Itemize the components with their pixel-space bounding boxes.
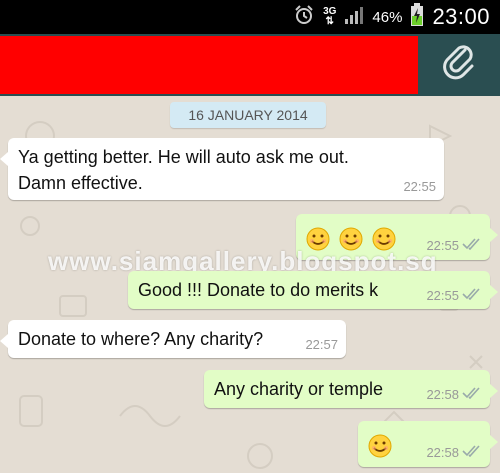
date-divider: 16 JANUARY 2014 xyxy=(170,102,326,128)
message-text: Good !!! Donate to do merits k xyxy=(138,280,379,300)
status-bar: 3G ⇅ 46% 23:00 xyxy=(0,0,500,34)
message-text: Ya getting better. He will auto ask me o… xyxy=(18,147,349,193)
network-type: 3G ⇅ xyxy=(323,6,337,27)
emoji-row xyxy=(368,432,396,458)
alarm-icon xyxy=(293,4,315,31)
message-time: 22:55 xyxy=(426,288,459,303)
double-check-icon xyxy=(462,288,482,303)
message-incoming[interactable]: Ya getting better. He will auto ask me o… xyxy=(0,138,444,200)
double-check-icon xyxy=(462,238,482,253)
message-meta: 22:58 xyxy=(426,387,482,402)
paperclip-icon xyxy=(443,44,477,87)
message-meta: 22:55 xyxy=(403,179,436,194)
battery-charging-icon xyxy=(410,2,424,32)
message-text: Any charity or temple xyxy=(214,379,384,399)
message-incoming[interactable]: Donate to where? Any charity? 22:57 xyxy=(0,320,346,358)
chat-area[interactable]: 16 JANUARY 2014 Ya getting better. He wi… xyxy=(0,96,500,473)
message-time: 22:58 xyxy=(426,445,459,460)
message-time: 22:55 xyxy=(403,179,436,194)
message-meta: 22:57 xyxy=(305,337,338,352)
chat-header xyxy=(0,34,500,96)
smile-emoji-icon xyxy=(368,434,392,458)
message-meta: 22:58 xyxy=(426,445,482,460)
message-time: 22:57 xyxy=(305,337,338,352)
message-outgoing[interactable]: Any charity or temple 22:58 xyxy=(204,370,498,408)
double-check-icon xyxy=(462,445,482,460)
message-text: Donate to where? Any charity? xyxy=(18,329,264,349)
signal-icon xyxy=(344,5,364,30)
attach-button[interactable] xyxy=(420,34,500,96)
double-check-icon xyxy=(462,387,482,402)
message-outgoing[interactable]: 22:58 xyxy=(358,421,498,467)
redacted-contact-name xyxy=(0,36,418,94)
status-icons: 3G ⇅ 46% 23:00 xyxy=(293,0,490,34)
message-time: 22:58 xyxy=(426,387,459,402)
clock: 23:00 xyxy=(432,4,490,29)
message-outgoing[interactable]: Good !!! Donate to do merits k 22:55 xyxy=(128,271,498,309)
battery-percent: 46% xyxy=(372,8,403,26)
message-meta: 22:55 xyxy=(426,288,482,303)
